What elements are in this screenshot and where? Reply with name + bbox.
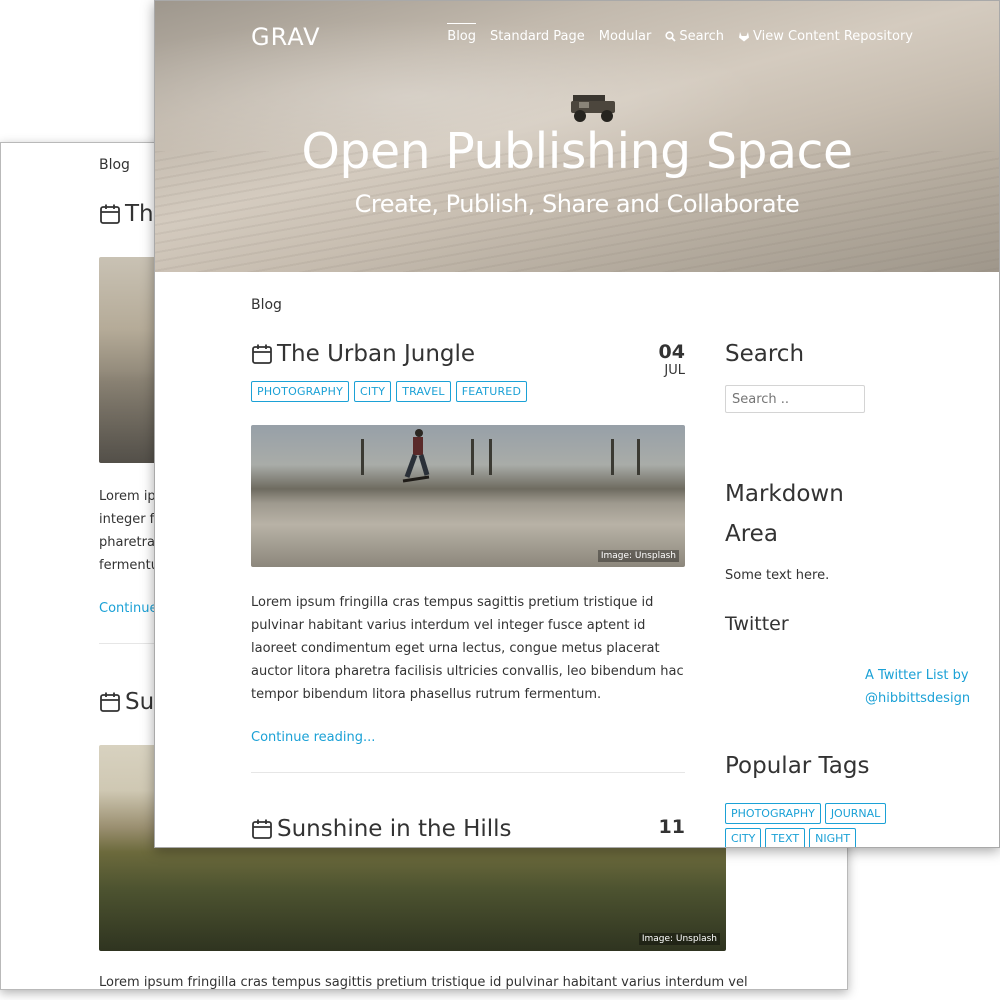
- nav-item-label: Blog: [447, 29, 477, 44]
- gitlab-icon: [739, 32, 750, 42]
- post-date-month: JUL: [664, 363, 685, 378]
- palm-tree: [489, 439, 492, 475]
- tag-featured[interactable]: FEATURED: [455, 381, 528, 402]
- post-title[interactable]: Sunshine in the Hills: [251, 816, 685, 842]
- tag-travel[interactable]: TRAVEL: [396, 381, 451, 402]
- tag-city[interactable]: CITY: [354, 381, 392, 402]
- continue-reading-link[interactable]: Continue reading...: [251, 730, 375, 745]
- tag-night[interactable]: NIGHT: [809, 828, 857, 847]
- hero-title: Open Publishing Space: [301, 123, 853, 180]
- jeep-image: [571, 95, 615, 122]
- nav-item-modular[interactable]: Modular: [599, 29, 652, 44]
- breadcrumb[interactable]: Blog: [99, 157, 130, 173]
- search-heading: Search: [725, 341, 805, 367]
- breadcrumb[interactable]: Blog: [251, 297, 282, 313]
- calendar-icon: [100, 692, 120, 712]
- palm-tree: [361, 439, 364, 475]
- post-title-text: The Urban Jungle: [277, 341, 476, 367]
- calendar-icon: [252, 344, 272, 364]
- nav-item-label: Standard Page: [490, 29, 585, 44]
- post-date-day: 04: [658, 341, 685, 363]
- markdown-area-text: Some text here.: [725, 568, 830, 583]
- post-excerpt: Lorem ipsum fringilla cras tempus sagitt…: [99, 975, 748, 990]
- markdown-area-heading: Markdown Area: [725, 481, 844, 547]
- tag-photography[interactable]: PHOTOGRAPHY: [725, 803, 821, 824]
- search-input[interactable]: [725, 385, 865, 413]
- hero-subtitle: Create, Publish, Share and Collaborate: [354, 190, 800, 218]
- post-divider: [251, 772, 685, 773]
- image-caption: Image: Unsplash: [597, 550, 679, 562]
- sidebar: Search Markdown Area Some text here. Twi…: [725, 341, 970, 847]
- tag-city[interactable]: CITY: [725, 828, 762, 847]
- post-image[interactable]: Image: Unsplash: [251, 425, 685, 567]
- post-title[interactable]: Th: [99, 201, 154, 227]
- post-title-text: Su: [125, 689, 155, 715]
- blog-post: The Urban Jungle 04 JUL PHOTOGRAPHY CITY…: [251, 341, 685, 773]
- tag-text[interactable]: TEXT: [765, 828, 806, 847]
- nav-item-standard-page[interactable]: Standard Page: [490, 29, 585, 44]
- palm-tree: [611, 439, 614, 475]
- popular-tags-list: PHOTOGRAPHY JOURNAL CITY TEXT NIGHT: [725, 803, 895, 847]
- nav-item-blog[interactable]: Blog: [447, 23, 477, 44]
- post-date: 04 JUL: [659, 341, 685, 378]
- foreground-browser-window: GRAV Blog Standard Page Modular Search V…: [154, 0, 1000, 848]
- post-title-text: Th: [125, 201, 154, 227]
- nav-item-label: Search: [679, 29, 725, 44]
- calendar-icon: [100, 204, 120, 224]
- site-logo[interactable]: GRAV: [251, 23, 321, 51]
- nav-item-label: Modular: [598, 29, 652, 44]
- post-tags: PHOTOGRAPHY CITY TRAVEL FEATURED: [251, 381, 685, 402]
- twitter-list-link[interactable]: A Twitter List by @hibbittsdesign: [865, 664, 999, 710]
- skater-figure: [402, 429, 430, 483]
- nav-item-label: View Content Repository: [753, 29, 913, 44]
- tag-journal[interactable]: JOURNAL: [824, 803, 887, 824]
- post-date-day: 11: [658, 816, 685, 838]
- blog-post: Sunshine in the Hills 11: [251, 816, 685, 842]
- palm-tree: [637, 439, 640, 475]
- twitter-heading: Twitter: [725, 613, 789, 635]
- main-navigation: Blog Standard Page Modular Search View C…: [447, 23, 913, 44]
- post-excerpt: Lorem ipsum fringilla cras tempus sagitt…: [251, 595, 684, 702]
- post-title-text: Sunshine in the Hills: [277, 816, 512, 842]
- search-icon: [665, 31, 677, 42]
- calendar-icon: [252, 819, 272, 839]
- popular-tags-heading: Popular Tags: [725, 753, 870, 779]
- image-caption: Image: Unsplash: [638, 933, 720, 945]
- nav-item-view-content-repository[interactable]: View Content Repository: [738, 29, 913, 44]
- post-title[interactable]: The Urban Jungle: [251, 341, 685, 367]
- post-date: 11: [659, 816, 685, 838]
- post-title[interactable]: Su: [99, 689, 154, 715]
- tag-photography[interactable]: PHOTOGRAPHY: [251, 381, 350, 402]
- nav-item-search[interactable]: Search: [665, 29, 724, 44]
- palm-tree: [471, 439, 474, 475]
- continue-reading-link[interactable]: Continue: [99, 601, 157, 616]
- hero-banner: GRAV Blog Standard Page Modular Search V…: [155, 1, 999, 272]
